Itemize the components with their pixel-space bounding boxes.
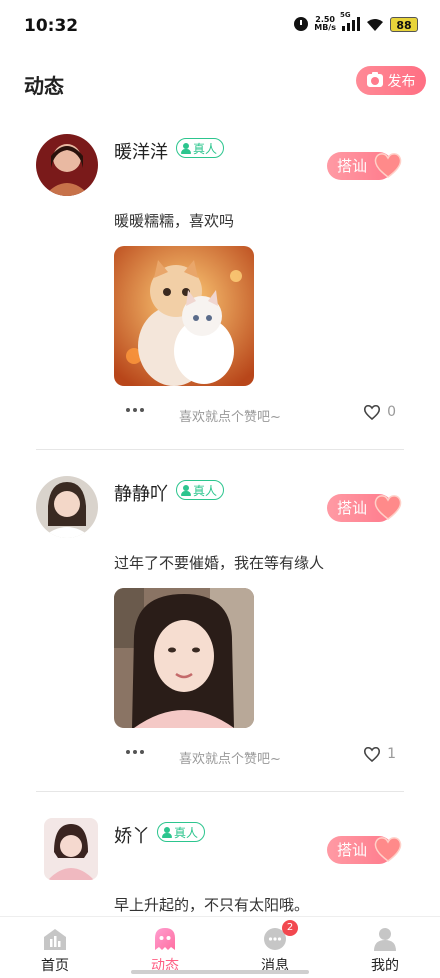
post-text: 过年了不要催婚，我在等有缘人 xyxy=(114,554,325,572)
verified-label: 真人 xyxy=(193,141,218,156)
alarm-icon xyxy=(294,17,309,31)
verified-label: 真人 xyxy=(193,483,218,498)
like-button[interactable]: 0 xyxy=(363,404,396,420)
profile-icon xyxy=(372,927,398,951)
verified-badge: 真人 xyxy=(157,822,206,842)
heart-icon xyxy=(374,153,402,178)
post-text: 暖暖糯糯，喜欢吗 xyxy=(114,212,235,230)
nav-label: 我的 xyxy=(371,958,399,974)
signal-icon: 5G xyxy=(340,11,360,31)
page-title: 动态 xyxy=(24,74,64,98)
camera-icon xyxy=(366,72,383,87)
post-card: 静静吖 真人 搭讪 过年了不要催婚，我在等有缘人 喜欢就点个赞吧~ 1 xyxy=(0,462,440,802)
chat-button[interactable]: 搭讪 xyxy=(327,152,403,180)
unread-badge: 2 xyxy=(282,920,298,936)
heart-icon xyxy=(374,495,402,520)
username[interactable]: 静静吖 xyxy=(114,480,168,506)
person-icon xyxy=(162,826,172,838)
chat-button[interactable]: 搭讪 xyxy=(327,836,403,864)
like-button[interactable]: 1 xyxy=(363,746,396,762)
post-image[interactable] xyxy=(114,588,254,728)
status-time: 10:32 xyxy=(24,16,79,36)
message-icon: 2 xyxy=(262,920,298,951)
home-icon xyxy=(42,927,68,951)
like-count: 1 xyxy=(387,746,396,762)
battery-icon: 88 xyxy=(390,16,418,32)
publish-button[interactable]: 发布 xyxy=(356,66,426,95)
verified-badge: 真人 xyxy=(176,480,225,500)
status-bar: 10:32 2.50 MB/s 5G 88 xyxy=(0,0,440,54)
more-icon[interactable] xyxy=(126,750,144,754)
home-indicator xyxy=(131,970,309,974)
chat-button[interactable]: 搭讪 xyxy=(327,494,403,522)
post-card: 暖洋洋 真人 搭讪 暖暖糯糯，喜欢吗 喜欢就点个赞吧~ 0 xyxy=(0,120,440,460)
nav-item-home[interactable]: 首页 xyxy=(15,927,95,975)
avatar[interactable] xyxy=(44,818,98,880)
verified-label: 真人 xyxy=(174,825,199,840)
verified-badge: 真人 xyxy=(176,138,225,158)
post-image[interactable] xyxy=(114,246,254,386)
username[interactable]: 娇丫 xyxy=(114,822,150,848)
nav-item-profile[interactable]: 我的 xyxy=(345,927,425,975)
like-heart-icon xyxy=(364,404,381,420)
more-icon[interactable] xyxy=(126,408,144,412)
network-type: 5G xyxy=(340,11,351,19)
publish-label: 发布 xyxy=(387,73,416,90)
post-text: 早上升起的，不只有太阳哦。 xyxy=(114,896,310,914)
like-hint: 喜欢就点个赞吧~ xyxy=(179,752,281,767)
post-card: 娇丫 真人 搭讪 早上升起的，不只有太阳哦。 xyxy=(0,804,440,924)
heart-icon xyxy=(374,837,402,862)
like-count: 0 xyxy=(387,404,396,420)
divider xyxy=(36,791,404,792)
like-hint: 喜欢就点个赞吧~ xyxy=(179,410,281,425)
net-speed: 2.50 MB/s xyxy=(314,16,336,32)
page-header: 动态 发布 xyxy=(0,58,440,106)
status-icons: 2.50 MB/s 5G 88 xyxy=(294,11,418,32)
net-speed-unit: MB/s xyxy=(314,23,336,32)
nav-label: 首页 xyxy=(41,958,69,974)
divider xyxy=(36,449,404,450)
like-heart-icon xyxy=(364,746,381,762)
nav-item-messages[interactable]: 2 消息 xyxy=(235,920,315,975)
username[interactable]: 暖洋洋 xyxy=(114,138,168,164)
nav-item-moments[interactable]: 动态 xyxy=(125,927,205,975)
bottom-nav: 首页 动态 2 消息 我的 xyxy=(0,916,440,978)
wifi-icon xyxy=(366,17,384,31)
moments-icon xyxy=(152,927,178,951)
avatar[interactable] xyxy=(36,134,98,196)
person-icon xyxy=(181,142,191,154)
avatar[interactable] xyxy=(36,476,98,538)
person-icon xyxy=(181,484,191,496)
